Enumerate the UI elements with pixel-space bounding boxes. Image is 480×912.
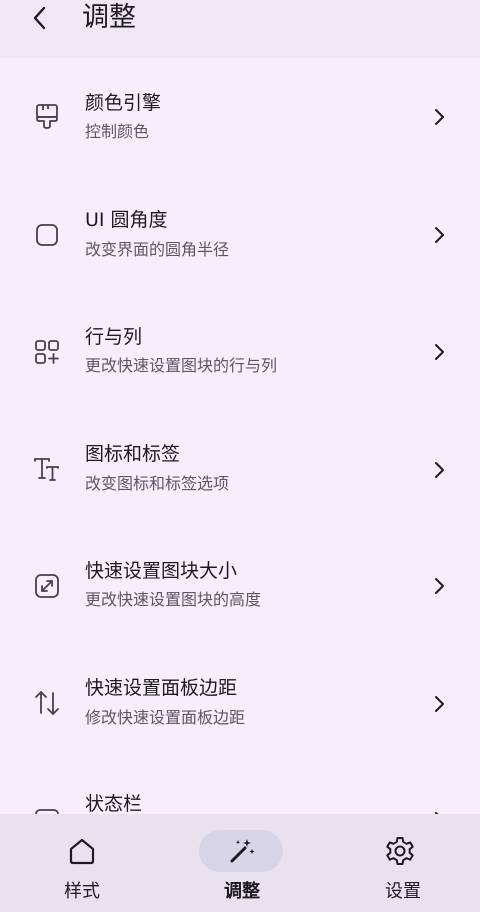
page-title: 调整 <box>82 2 136 33</box>
chevron-right-icon <box>428 459 450 481</box>
item-subtitle: 更改快速设置图块的行与列 <box>85 356 278 375</box>
list-item-color-engine[interactable]: 颜色引擎 控制颜色 <box>0 58 480 176</box>
item-title: 状态栏 <box>85 793 143 814</box>
item-subtitle: 控制颜色 <box>85 122 150 141</box>
item-subtitle: 更改快速设置图块的高度 <box>85 590 262 609</box>
text-format-icon <box>30 452 64 486</box>
item-title: 快速设置面板边距 <box>85 676 238 699</box>
swap-vertical-icon <box>30 686 64 720</box>
list-item-icons-labels[interactable]: 图标和标签 改变图标和标签选项 <box>0 411 480 529</box>
chevron-right-icon <box>428 575 450 597</box>
home-icon <box>40 830 124 872</box>
nav-item-adjust[interactable]: 调整 <box>160 814 320 912</box>
item-title: 颜色引擎 <box>85 92 162 114</box>
settings-list: 颜色引擎 控制颜色 UI 圆角度 改变界面的圆角半径 行与列 更改快速设置图块的… <box>0 58 480 814</box>
nav-label: 调整 <box>224 881 260 902</box>
list-item-panel-margin[interactable]: 快速设置面板边距 修改快速设置面板边距 <box>0 646 480 764</box>
nav-item-style[interactable]: 样式 <box>0 814 160 912</box>
status-bar-icon <box>30 803 64 814</box>
top-app-bar: 调整 <box>0 0 480 58</box>
back-button[interactable] <box>24 2 56 34</box>
list-item-status-bar[interactable]: 状态栏 <box>0 763 480 814</box>
list-item-tile-size[interactable]: 快速设置图块大小 更改快速设置图块的高度 <box>0 528 480 646</box>
list-item-ui-roundness[interactable]: UI 圆角度 改变界面的圆角半径 <box>0 176 480 294</box>
resize-icon <box>30 569 64 603</box>
nav-label: 样式 <box>64 881 100 902</box>
chevron-left-icon <box>33 6 46 30</box>
bottom-navigation-bar: 样式 调整 设置 <box>0 814 480 912</box>
nav-item-settings[interactable]: 设置 <box>320 814 480 912</box>
item-title: 图标和标签 <box>85 442 181 465</box>
item-title: 快速设置图块大小 <box>85 560 238 582</box>
item-subtitle: 改变图标和标签选项 <box>85 473 230 493</box>
paint-bucket-icon <box>30 99 64 133</box>
item-title: 行与列 <box>85 326 143 348</box>
item-title: UI 圆角度 <box>85 208 168 231</box>
item-subtitle: 改变界面的圆角半径 <box>85 239 230 259</box>
item-subtitle: 修改快速设置面板边距 <box>85 707 246 727</box>
app-root: 调整 颜色引擎 控制颜色 UI 圆角度 改变界面的圆角半径 行与列 更改快速设置… <box>0 0 480 912</box>
gear-icon <box>358 830 442 872</box>
chevron-right-icon <box>428 106 450 128</box>
chevron-right-icon <box>428 341 450 363</box>
chevron-right-icon <box>428 693 450 715</box>
rounded-square-icon <box>30 218 64 252</box>
magic-wand-icon <box>199 830 283 872</box>
grid-add-icon <box>30 335 64 369</box>
nav-label: 设置 <box>385 881 421 902</box>
list-item-rows-columns[interactable]: 行与列 更改快速设置图块的行与列 <box>0 293 480 411</box>
chevron-right-icon <box>428 224 450 246</box>
